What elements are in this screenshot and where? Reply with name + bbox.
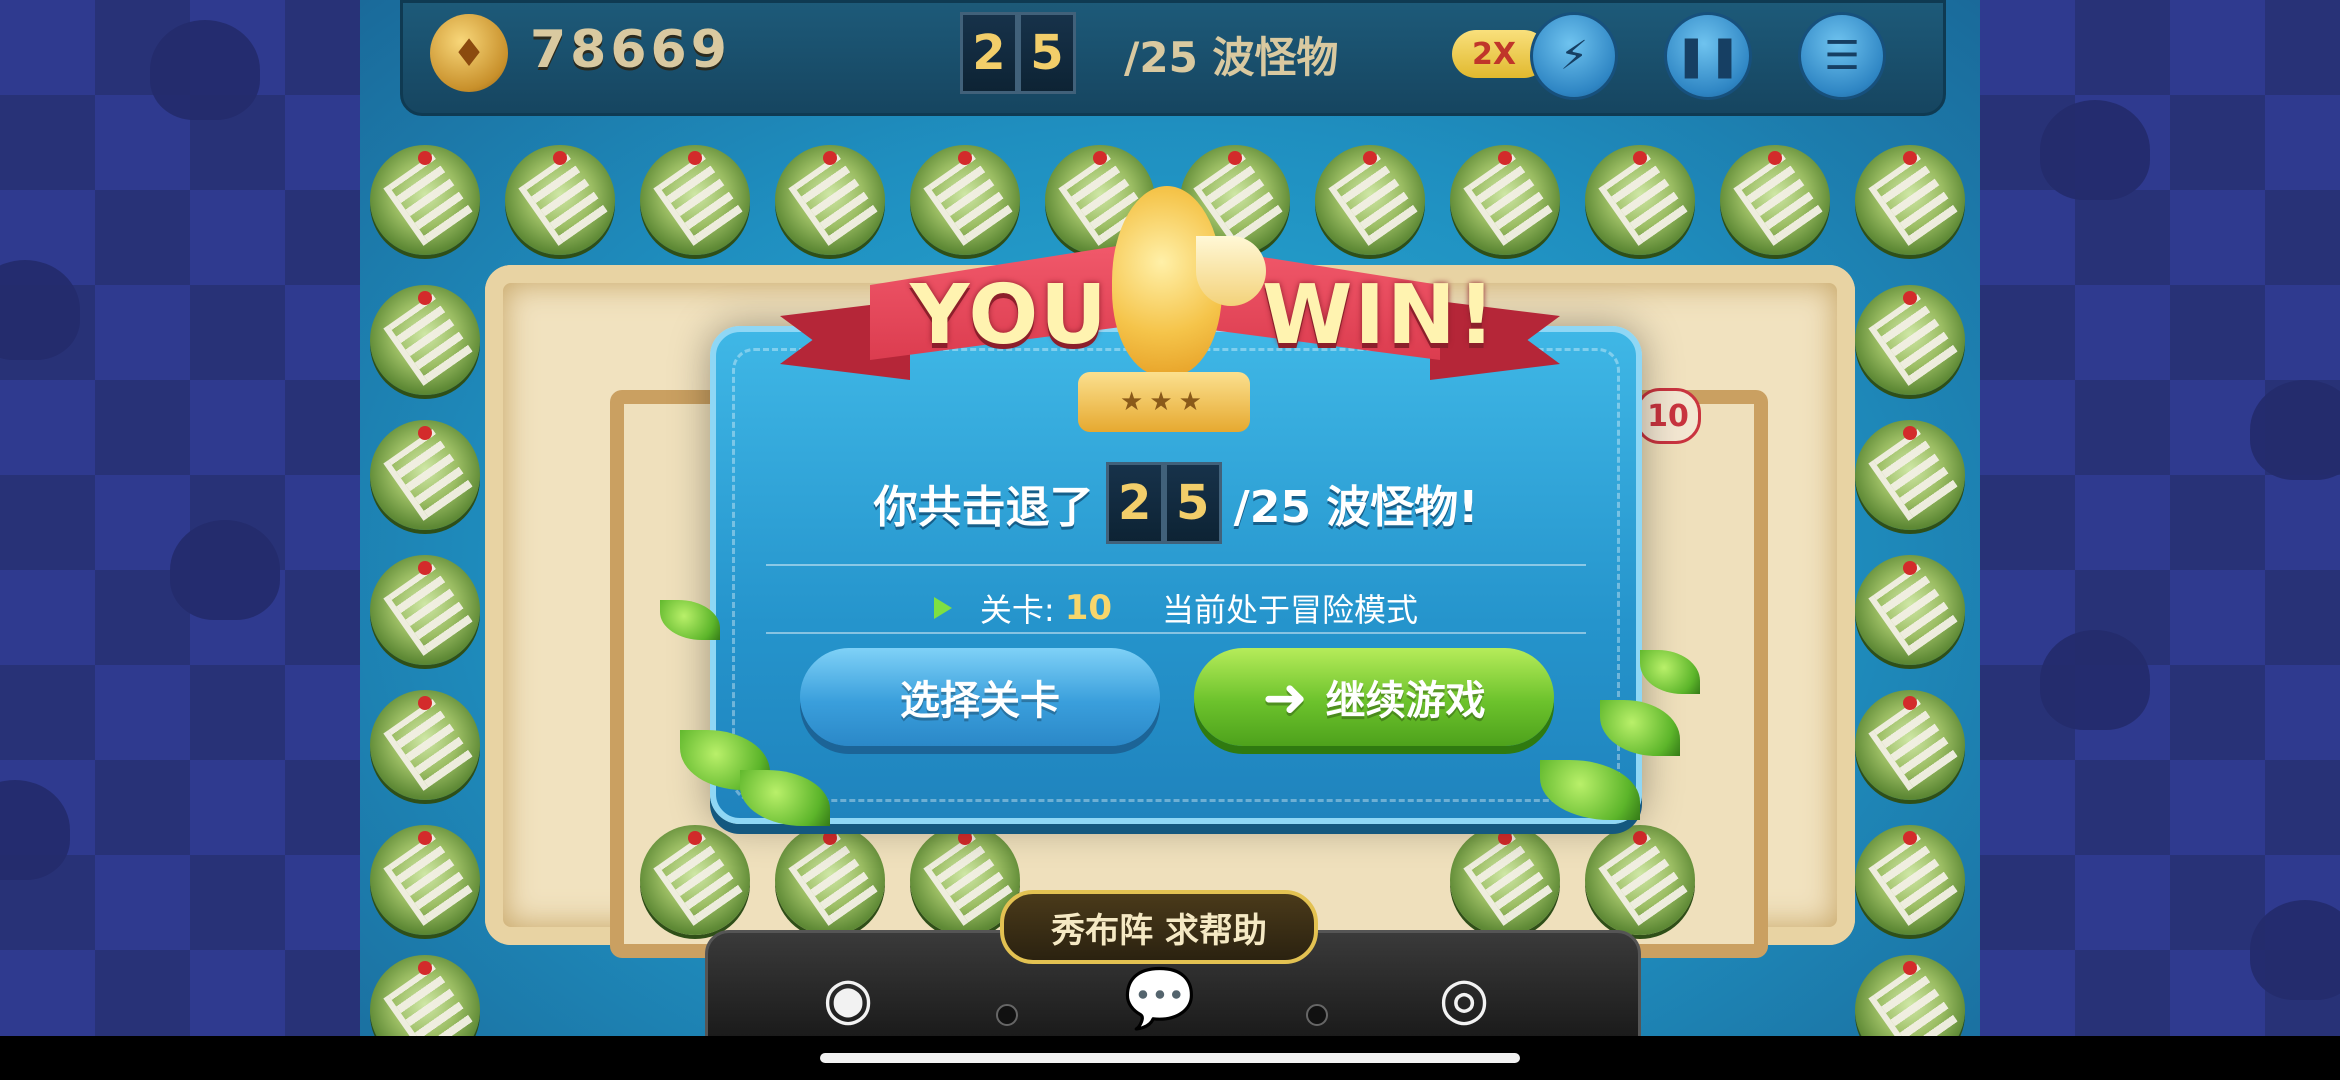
fishbone-obstacle[interactable] — [370, 555, 480, 665]
you-text: YOU — [910, 268, 1109, 363]
play-arrow-icon — [933, 597, 952, 619]
speed-label: 2X — [1472, 36, 1517, 72]
fishbone-obstacle[interactable] — [1855, 555, 1965, 665]
monster-silhouette-icon — [2040, 630, 2150, 730]
lightning-icon: ⚡ — [1559, 33, 1589, 79]
result-digit: 2 — [1105, 462, 1164, 544]
gold-amount: 78669 — [530, 20, 731, 80]
tower-level-text: 10 — [1647, 398, 1689, 434]
result-line: 你共击退了 2 5 /25 波怪物! — [716, 458, 1636, 548]
wechat-share-icon[interactable]: 💬 — [1112, 960, 1208, 1036]
fishbone-obstacle[interactable] — [775, 145, 885, 255]
level-label: 关卡: — [979, 591, 1055, 629]
fishbone-obstacle[interactable] — [1855, 955, 1965, 1036]
share-label: 秀布阵 求帮助 — [1000, 890, 1318, 964]
tower-level-badge: 10 — [1635, 388, 1701, 444]
monster-silhouette-icon — [2040, 100, 2150, 200]
result-prefix: 你共击退了 — [873, 482, 1094, 533]
mode-text: 当前处于冒险模式 — [1162, 591, 1419, 629]
wave-digit: 2 — [960, 12, 1018, 94]
result-wave-counter: 2 5 — [1105, 462, 1222, 544]
fishbone-obstacle[interactable] — [1450, 825, 1560, 935]
wave-counter: 2 5 — [960, 12, 1076, 94]
select-level-button[interactable]: 选择关卡 — [800, 648, 1160, 746]
fishbone-obstacle[interactable] — [370, 420, 480, 530]
divider — [766, 632, 1586, 634]
fishbone-obstacle[interactable] — [505, 145, 615, 255]
arrow-right-icon: ➜ — [1262, 665, 1308, 729]
monster-silhouette-icon — [2250, 900, 2340, 1000]
carrot-coin-icon: ♦ — [430, 14, 508, 92]
lightning-speed-button[interactable]: ⚡ — [1530, 12, 1618, 100]
fishbone-obstacle[interactable] — [1585, 825, 1695, 935]
continue-game-label: 继续游戏 — [1325, 678, 1486, 724]
fishbone-obstacle[interactable] — [1855, 825, 1965, 935]
level-number: 10 — [1064, 588, 1113, 628]
fishbone-obstacle[interactable] — [1720, 145, 1830, 255]
menu-list-icon: ☰ — [1824, 33, 1860, 79]
fishbone-obstacle[interactable] — [1855, 285, 1965, 395]
pause-icon: ❚❚ — [1674, 33, 1742, 79]
select-level-label: 选择关卡 — [900, 678, 1060, 724]
fishbone-obstacle[interactable] — [1855, 420, 1965, 530]
fishbone-obstacle[interactable] — [370, 825, 480, 935]
level-info: 关卡: 10 当前处于冒险模式 — [716, 568, 1636, 648]
win-text: WIN! — [1262, 268, 1497, 363]
fishbone-obstacle[interactable] — [370, 955, 480, 1036]
separator-dot — [996, 1004, 1018, 1026]
fishbone-obstacle[interactable] — [370, 285, 480, 395]
monster-silhouette-icon — [0, 780, 70, 880]
wave-total: /25 波怪物 — [1124, 33, 1339, 82]
fishbone-obstacle[interactable] — [1855, 145, 1965, 255]
monster-silhouette-icon — [170, 520, 280, 620]
fishbone-obstacle[interactable] — [775, 825, 885, 935]
left-pattern-panel — [0, 0, 360, 1036]
menu-button[interactable]: ☰ — [1798, 12, 1886, 100]
wave-digit: 5 — [1018, 12, 1076, 94]
fishbone-obstacle[interactable] — [640, 145, 750, 255]
monster-silhouette-icon — [150, 20, 260, 120]
home-indicator[interactable] — [820, 1053, 1520, 1063]
right-pattern-panel — [1980, 0, 2340, 1036]
pause-button[interactable]: ❚❚ — [1664, 12, 1752, 100]
divider — [766, 564, 1586, 566]
fishbone-obstacle[interactable] — [1315, 145, 1425, 255]
fishbone-obstacle[interactable] — [1585, 145, 1695, 255]
separator-dot — [1306, 1004, 1328, 1026]
weibo-share-icon[interactable]: ◉ — [800, 960, 896, 1036]
result-digit: 5 — [1163, 462, 1222, 544]
fishbone-obstacle[interactable] — [910, 145, 1020, 255]
camera-shutter-share-icon[interactable]: ◎ — [1416, 960, 1512, 1036]
fishbone-obstacle[interactable] — [1855, 690, 1965, 800]
trophy-wing-icon — [1196, 236, 1266, 306]
monster-silhouette-icon — [0, 260, 80, 360]
fishbone-obstacle[interactable] — [1450, 145, 1560, 255]
monster-silhouette-icon — [2250, 380, 2340, 480]
fishbone-obstacle[interactable] — [370, 145, 480, 255]
fishbone-obstacle[interactable] — [640, 825, 750, 935]
result-suffix: /25 波怪物! — [1233, 482, 1479, 533]
fishbone-obstacle[interactable] — [370, 690, 480, 800]
continue-game-button[interactable]: ➜ 继续游戏 — [1194, 648, 1554, 746]
trophy-stars: ★★★ — [1078, 372, 1250, 432]
